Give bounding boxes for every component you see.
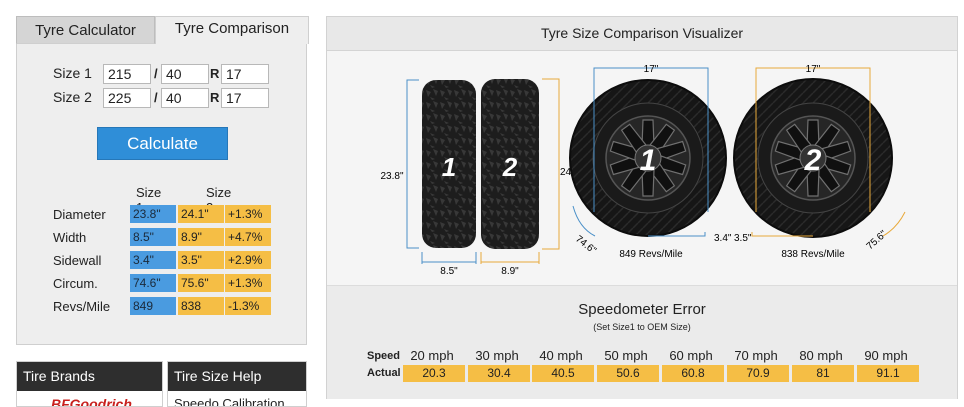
size2-value: 3.5" — [178, 251, 224, 269]
row-label: Diameter — [53, 207, 106, 222]
size1-aspect-input[interactable] — [161, 64, 209, 84]
speedometer-error-title: Speedometer Error — [578, 301, 706, 318]
diff-value: +2.9% — [225, 251, 271, 269]
size1-value: 23.8" — [130, 205, 176, 223]
size1-value: 8.5" — [130, 228, 176, 246]
row-label: Circum. — [53, 276, 98, 291]
size2-aspect-input[interactable] — [161, 88, 209, 108]
speed-value: 60 mph — [669, 348, 713, 363]
results-row-revs: Revs/Mile 849 838 -1.3% — [53, 297, 283, 315]
size1-rim-marker: R — [210, 66, 220, 81]
size2-rim-marker: R — [210, 90, 220, 105]
speed-value: 20 mph — [410, 348, 454, 363]
bfgoodrich-logo[interactable]: BFGoodrich — [23, 396, 132, 406]
size1-value: 3.4" — [130, 251, 176, 269]
calculator-panel: Tyre Calculator Tyre Comparison Size 1 /… — [16, 16, 309, 345]
calculate-button[interactable]: Calculate — [97, 127, 228, 160]
size2-value: 24.1" — [178, 205, 224, 223]
actual-speed-value: 81 — [792, 365, 854, 382]
tyre2-width-label: 8.9" — [501, 266, 519, 277]
actual-speed-value: 60.8 — [662, 365, 724, 382]
tyre1-sidewall-label: 3.4" — [714, 233, 732, 244]
diff-value: -1.3% — [225, 297, 271, 315]
tyre2-revs-label: 838 Revs/Mile — [781, 249, 845, 260]
tyre1-rim-label: 17" — [644, 64, 659, 75]
tyre1-number: 1 — [442, 152, 456, 182]
speedo-calibration-link[interactable]: Speedo Calibration — [168, 391, 306, 407]
speedometer-error-section: Speedometer Error (Set Size1 to OEM Size… — [327, 285, 957, 399]
size2-label: Size 2 — [53, 89, 92, 105]
tyre2-diameter-dimension — [542, 78, 560, 250]
actual-speed-value: 20.3 — [403, 365, 465, 382]
tire-size-help-box: Tire Size Help Speedo Calibration — [167, 361, 307, 407]
tab-tyre-comparison[interactable]: Tyre Comparison — [155, 16, 309, 44]
tyre1-width-label: 8.5" — [440, 266, 458, 277]
actual-speed-value: 50.6 — [597, 365, 659, 382]
tyre2-tread-view: 2 — [481, 79, 539, 249]
row-label: Sidewall — [53, 253, 102, 268]
tyre2-circumference-label: 75.6" — [865, 228, 890, 252]
tyre2-circumference-arc — [882, 211, 906, 237]
tyre1-side-view: 1 — [569, 79, 727, 237]
size1-value: 74.6" — [130, 274, 176, 292]
visualizer-title: Tyre Size Comparison Visualizer — [327, 17, 957, 51]
tire-brands-box: Tire Brands BFGoodrich — [16, 361, 163, 407]
speed-row-label: Speed — [367, 350, 401, 362]
size1-value: 849 — [130, 297, 176, 315]
tyre1-tread-view: 1 — [422, 80, 476, 248]
tyre1-revs-label: 849 Revs/Mile — [619, 249, 683, 260]
tyre1-circumference-label: 74.6" — [573, 234, 598, 257]
results-row-diameter: Diameter 23.8" 24.1" +1.3% — [53, 205, 283, 223]
diff-value: +1.3% — [225, 274, 271, 292]
size2-slash: / — [154, 90, 158, 105]
comparison-visualizer: Tyre Size Comparison Visualizer 1 2 23.8… — [326, 16, 958, 399]
tyre2-side-view: 2 — [733, 78, 893, 238]
tyre1-diameter-label: 23.8" — [380, 171, 403, 182]
actual-speed-value: 70.9 — [727, 365, 789, 382]
size1-rim-input[interactable] — [221, 64, 269, 84]
tab-tyre-calculator[interactable]: Tyre Calculator — [16, 16, 155, 44]
size2-value: 838 — [178, 297, 224, 315]
speed-value: 30 mph — [475, 348, 519, 363]
tyre2-number: 2 — [502, 152, 518, 182]
tire-size-help-title: Tire Size Help — [168, 362, 306, 391]
tyre2-width-dimension — [480, 252, 540, 264]
row-label: Width — [53, 230, 87, 245]
size1-slash: / — [154, 66, 158, 81]
size1-width-input[interactable] — [103, 64, 151, 84]
diff-value: +4.7% — [225, 228, 271, 246]
size1-label: Size 1 — [53, 65, 92, 81]
row-label: Revs/Mile — [53, 299, 111, 314]
size2-value: 75.6" — [178, 274, 224, 292]
speed-value: 70 mph — [734, 348, 778, 363]
tyre1-side-number: 1 — [640, 144, 657, 177]
results-row-width: Width 8.5" 8.9" +4.7% — [53, 228, 283, 246]
actual-row-label: Actual — [367, 367, 401, 379]
speed-value: 90 mph — [864, 348, 908, 363]
actual-speed-value: 30.4 — [468, 365, 530, 382]
size2-value: 8.9" — [178, 228, 224, 246]
speed-value: 40 mph — [539, 348, 583, 363]
speed-value: 50 mph — [604, 348, 648, 363]
speed-value: 80 mph — [799, 348, 843, 363]
actual-speed-value: 91.1 — [857, 365, 919, 382]
speedometer-error-subtitle: (Set Size1 to OEM Size) — [593, 322, 691, 332]
diff-value: +1.3% — [225, 205, 271, 223]
size2-width-input[interactable] — [103, 88, 151, 108]
tyre2-sidewall-label: 3.5" — [734, 233, 752, 244]
results-row-circumference: Circum. 74.6" 75.6" +1.3% — [53, 274, 283, 292]
size2-rim-input[interactable] — [221, 88, 269, 108]
actual-speed-value: 40.5 — [532, 365, 594, 382]
tyre2-side-number: 2 — [804, 144, 822, 177]
tire-brands-title: Tire Brands — [17, 362, 162, 391]
tyre-diagram: 1 2 23.8" 24.1" 8.5" 8.9" 1 — [380, 64, 906, 277]
results-row-sidewall: Sidewall 3.4" 3.5" +2.9% — [53, 251, 283, 269]
tyre1-diameter-dimension — [406, 79, 419, 249]
tyre2-rim-label: 17" — [806, 64, 821, 75]
tyre1-width-dimension — [421, 252, 477, 264]
